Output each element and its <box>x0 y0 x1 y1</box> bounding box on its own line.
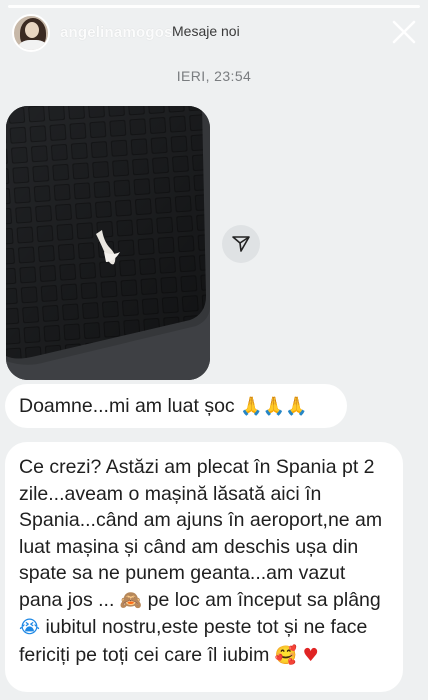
praying-hands-icon: 🙏 <box>262 396 285 417</box>
red-heart-icon: ♥ <box>302 644 319 666</box>
story-header: angelinamogos Mesaje noi <box>0 0 428 70</box>
message-timestamp: IERI, 23:54 <box>176 68 252 84</box>
message-text: Ce crezi? Astăzi am plecat în Spania pt … <box>19 456 383 611</box>
message-text: Doamne...mi am luat șoc <box>19 395 235 417</box>
crying-face-icon: 😭 <box>19 617 41 638</box>
username[interactable]: angelinamogos <box>60 24 173 41</box>
share-button[interactable] <box>222 225 260 263</box>
avatar[interactable] <box>12 14 50 52</box>
message-bubble[interactable]: Ce crezi? Astăzi am plecat în Spania pt … <box>5 442 403 692</box>
praying-hands-icon: 🙏 <box>240 396 263 417</box>
message-text: pe loc am început sa plâng <box>142 588 381 611</box>
see-no-evil-monkey-icon: 🙈 <box>119 589 143 611</box>
close-icon <box>392 20 416 44</box>
praying-hands-icon: 🙏 <box>284 396 308 417</box>
message-bubble[interactable]: Doamne...mi am luat șoc 🙏🙏🙏 <box>5 384 347 428</box>
photo-attachment-image <box>6 106 210 380</box>
share-icon <box>232 236 250 252</box>
smiling-face-with-hearts-icon: 🥰 <box>274 644 298 666</box>
header-title: Mesaje noi <box>172 23 240 39</box>
message-photo[interactable] <box>6 106 210 380</box>
close-button[interactable] <box>390 18 418 46</box>
